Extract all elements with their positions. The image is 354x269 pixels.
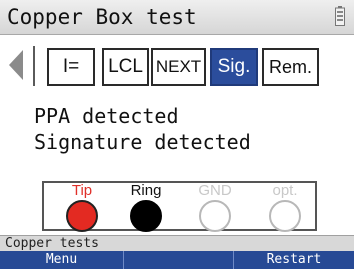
wire-gnd: GND: [180, 183, 250, 233]
wire-label: GND: [198, 182, 232, 199]
wire-label: opt.: [272, 182, 298, 199]
wire-indicator-panel: Tip Ring GND opt.: [42, 181, 320, 233]
title-bar: Copper Box test: [0, 0, 354, 35]
wire-ring: Ring: [111, 183, 181, 233]
menu-softkey[interactable]: Menu: [0, 251, 124, 269]
wire-dot: [199, 200, 231, 232]
tab-current[interactable]: I=: [47, 48, 95, 86]
tab-label: Rem.: [268, 56, 312, 77]
tab-row: I= LCL NEXT Sig. Rem.: [0, 40, 354, 90]
tab-label: NEXT: [155, 57, 202, 76]
wire-dot: [130, 200, 162, 232]
signature-status-text: Signature detected: [34, 130, 251, 154]
wire-dot: [269, 200, 301, 232]
restart-softkey[interactable]: Restart: [234, 251, 354, 269]
battery-icon: [335, 6, 345, 26]
wire-dot: [66, 200, 98, 232]
ppa-status-text: PPA detected: [34, 104, 179, 128]
back-arrow-icon[interactable]: [9, 50, 23, 80]
tab-label: Sig.: [217, 56, 251, 77]
status-text: Copper tests: [5, 236, 99, 251]
tab-label: I=: [62, 56, 80, 77]
device-screen: Copper Box test I= LCL NEXT Sig. Rem. PP…: [0, 0, 354, 269]
wire-label: Tip: [71, 182, 93, 199]
tab-divider: [33, 46, 35, 86]
wire-tip: Tip: [47, 183, 117, 233]
tab-signature[interactable]: Sig.: [210, 48, 258, 86]
empty-softkey[interactable]: [124, 251, 234, 269]
tab-remote[interactable]: Rem.: [262, 48, 319, 86]
page-title: Copper Box test: [7, 5, 197, 29]
wire-opt: opt.: [250, 183, 320, 233]
softkey-bar: Menu Restart: [0, 251, 354, 269]
tab-next[interactable]: NEXT: [151, 48, 206, 86]
wire-label: Ring: [130, 182, 162, 199]
tab-label: LCL: [108, 56, 143, 77]
status-bar: Copper tests: [0, 235, 354, 251]
tab-lcl[interactable]: LCL: [102, 48, 149, 86]
